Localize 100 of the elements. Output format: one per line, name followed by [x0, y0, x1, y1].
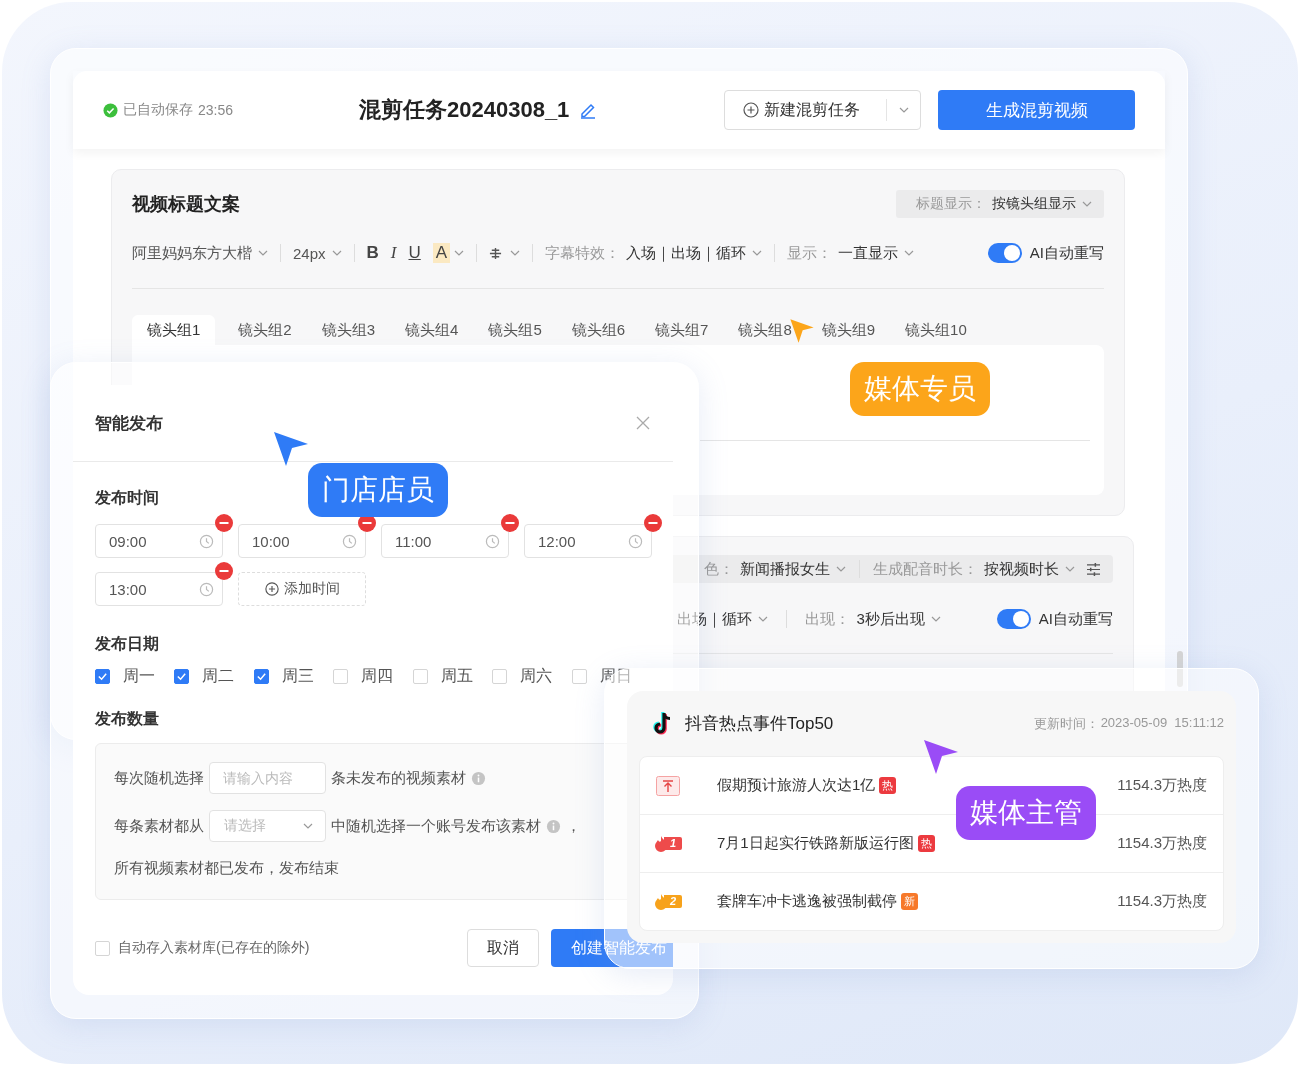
chevron-down-icon [898, 107, 909, 113]
panel-heading: 视频标题文案 [132, 193, 240, 216]
section-heading: 发布时间 [95, 488, 159, 508]
clock-icon [628, 533, 643, 549]
checkbox[interactable] [95, 669, 110, 684]
heat-value: 1154.3万热度 [1117, 834, 1207, 853]
rule-text: 条未发布的视频素材 [331, 768, 466, 788]
shot-group-tab[interactable]: 镜头组5 [473, 315, 557, 345]
new-task-button[interactable]: 新建混剪任务 [725, 91, 886, 129]
checkbox-label: 周四 [361, 666, 394, 686]
bold-button[interactable]: B [366, 243, 379, 263]
chevron-down-icon [930, 616, 941, 622]
trend-title: 7月1日起实行铁路新版运行图 [717, 834, 914, 853]
heat-value: 1154.3万热度 [1117, 776, 1207, 795]
pin-top-icon [656, 775, 680, 796]
generate-video-button[interactable]: 生成混剪视频 [938, 90, 1135, 130]
voice-dropdown[interactable]: 色： 新闻播报女生 [704, 559, 846, 579]
chevron-down-icon [331, 250, 342, 256]
dialog-title: 智能发布 [95, 412, 163, 435]
info-icon [471, 770, 486, 786]
strikethrough-icon[interactable] [489, 245, 503, 261]
plus-circle-icon [743, 102, 759, 118]
update-time: 2023-05-09 15:11:12 [1100, 714, 1224, 732]
toggle-switch[interactable] [987, 243, 1022, 263]
cancel-button[interactable]: 取消 [467, 929, 539, 967]
rank-number: 1 [664, 837, 682, 850]
toggle-switch[interactable] [996, 609, 1031, 629]
list-title: 抖音热点事件Top50 [685, 713, 834, 735]
shot-group-tab[interactable]: 镜头组1 [132, 315, 216, 345]
checkbox[interactable] [174, 669, 190, 684]
remove-icon[interactable] [644, 514, 662, 532]
toggle-label: AI自动重写 [1038, 609, 1113, 629]
update-label: 更新时间： [1033, 714, 1099, 733]
checkbox[interactable] [253, 669, 269, 684]
rule-text: 每条素材都从 [114, 816, 204, 836]
shot-group-tab[interactable]: 镜头组10 [890, 315, 982, 345]
text-color-button[interactable]: A [432, 243, 451, 263]
size-dropdown[interactable]: 24px [293, 244, 342, 262]
shot-group-tab[interactable]: 镜头组4 [390, 315, 474, 345]
trend-tag: 热 [917, 835, 935, 852]
trend-tag: 新 [901, 893, 918, 910]
trend-tag: 热 [879, 777, 897, 794]
remove-icon[interactable] [215, 562, 233, 580]
trend-title: 假期预计旅游人次达1亿 [717, 776, 876, 795]
section-heading: 发布日期 [95, 634, 159, 654]
clock-icon [199, 533, 214, 549]
count-input[interactable]: 请输入内容 [209, 762, 326, 794]
sliders-icon[interactable] [1086, 562, 1101, 576]
underline-button[interactable]: U [408, 243, 421, 263]
rule-text: 每次随机选择 [114, 768, 204, 788]
autosave-status: 已自动保存 [123, 101, 193, 119]
checkbox-label: 周六 [520, 666, 553, 686]
close-button[interactable] [635, 415, 651, 431]
end-note: 所有视频素材都已发布，发布结束 [114, 858, 340, 878]
shot-group-tab[interactable]: 镜头组2 [223, 315, 307, 345]
clock-icon [485, 533, 500, 549]
rule-text: 中随机选择一个账号发布该素材 [331, 816, 541, 836]
italic-button[interactable]: I [390, 243, 397, 263]
checkbox-label: 周日 [599, 666, 632, 686]
checkmark-icon [176, 671, 188, 682]
task-title: 混剪任务20240308_1 [359, 96, 570, 124]
heat-value: 1154.3万热度 [1117, 892, 1207, 911]
subtitle-effects-dropdown[interactable]: 字幕特效： 入场｜出场｜循环 [545, 243, 763, 263]
remove-icon[interactable] [215, 514, 233, 532]
chevron-down-icon [904, 250, 915, 256]
plus-circle-icon [264, 582, 279, 596]
appear-dropdown[interactable]: 出现： 3秒后出现 [805, 609, 941, 629]
role-label: 媒体专员 [850, 362, 990, 416]
clock-icon [199, 581, 214, 597]
checkmark-icon [255, 671, 267, 682]
trend-title: 套牌车冲卡逃逸被强制截停 [717, 892, 897, 911]
display-mode-dropdown[interactable]: 显示： 一直显示 [787, 243, 915, 263]
add-time-button[interactable]: 添加时间 [238, 572, 366, 606]
chevron-down-icon [758, 616, 769, 622]
checkbox-label: 周一 [123, 666, 155, 686]
remove-icon[interactable] [501, 514, 519, 532]
info-icon [546, 818, 561, 834]
font-dropdown[interactable]: 阿里妈妈东方大楷 [132, 243, 268, 263]
role-label: 门店店员 [308, 463, 448, 517]
clock-icon [342, 533, 357, 549]
shot-group-tab[interactable]: 镜头组6 [556, 315, 641, 345]
section-heading: 发布数量 [95, 709, 159, 729]
checkbox-label: 周二 [202, 666, 235, 686]
duration-dropdown[interactable]: 生成配音时长： 按视频时长 [873, 559, 1075, 579]
chevron-down-icon [510, 250, 521, 256]
autosave-time: 23:56 [198, 102, 234, 118]
chevron-down-icon [303, 823, 313, 829]
checkbox-label: 周三 [281, 666, 314, 686]
check-circle-icon [103, 102, 118, 118]
chevron-down-icon [1065, 566, 1075, 572]
rule-text: ， [566, 816, 581, 836]
chevron-down-icon [454, 250, 465, 256]
pencil-icon[interactable] [579, 101, 598, 119]
shot-group-tab[interactable]: 镜头组7 [640, 315, 724, 345]
chevron-down-icon [1082, 201, 1092, 207]
scrollbar[interactable] [1177, 651, 1183, 687]
shot-group-tab[interactable]: 镜头组3 [306, 315, 391, 345]
title-display-dropdown[interactable]: 标题显示： 按镜头组显示 [896, 190, 1104, 218]
chevron-down-icon [258, 250, 268, 256]
rank-number: 2 [664, 895, 682, 908]
